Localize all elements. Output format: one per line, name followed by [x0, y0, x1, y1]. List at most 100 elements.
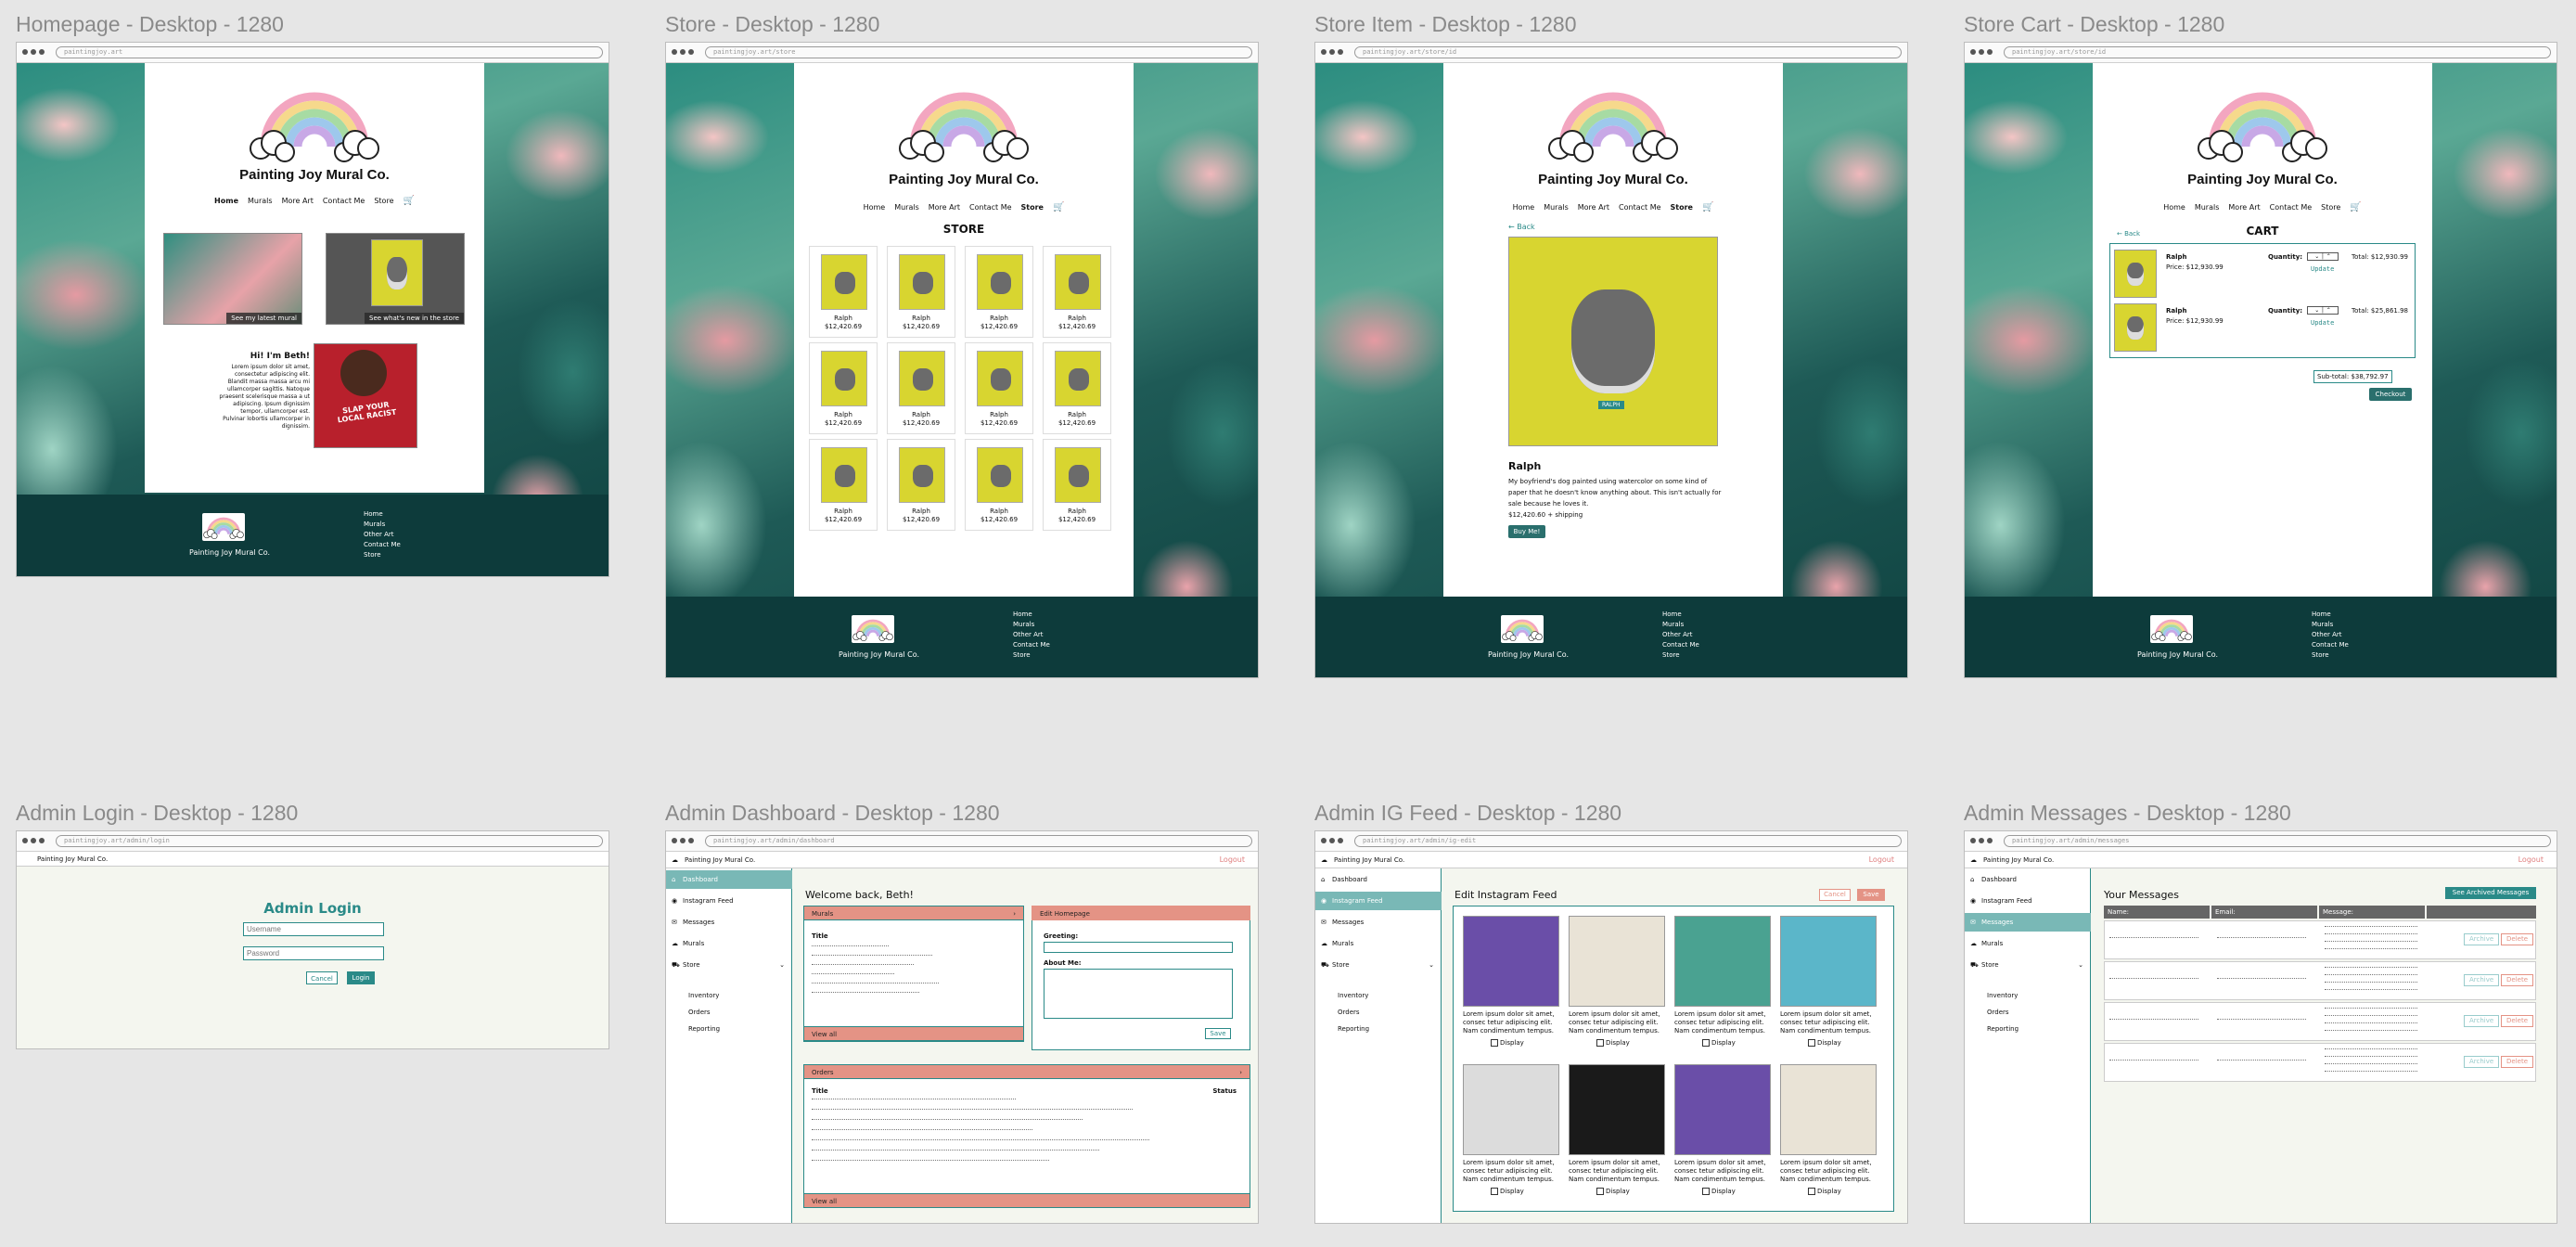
url-bar[interactable]: paintingjoy.art/store/id: [1354, 46, 1902, 58]
nav-home[interactable]: Home: [2163, 203, 2185, 212]
sidebar-item-messages[interactable]: ✉ Messages: [1315, 913, 1442, 932]
display-checkbox[interactable]: [1596, 1039, 1604, 1047]
chevron-down-icon[interactable]: ⌄: [1429, 956, 1434, 974]
logout-link[interactable]: Logout: [2518, 852, 2544, 868]
logout-link[interactable]: Logout: [1220, 852, 1245, 868]
greeting-input[interactable]: [1044, 942, 1233, 953]
store-item-card[interactable]: Ralph $12,420.69: [887, 246, 955, 338]
delete-button[interactable]: Delete: [2501, 1056, 2533, 1068]
footer-link-contact-me[interactable]: Contact Me: [364, 540, 401, 550]
footer-link-home[interactable]: Home: [1013, 610, 1050, 620]
back-link[interactable]: ← Back: [1508, 223, 1535, 231]
sidebar-item-dashboard[interactable]: ⌂ Dashboard: [1315, 870, 1442, 889]
nav-more-art[interactable]: More Art: [1578, 203, 1609, 212]
url-bar[interactable]: paintingjoy.art/store: [705, 46, 1252, 58]
display-toggle[interactable]: Display: [1808, 1188, 1841, 1195]
url-bar[interactable]: paintingjoy.art: [56, 46, 603, 58]
store-item-card[interactable]: Ralph $12,420.69: [809, 439, 878, 531]
nav-store[interactable]: Store: [374, 197, 393, 205]
placeholder-row[interactable]: [812, 983, 939, 985]
placeholder-row[interactable]: [812, 1139, 1149, 1142]
cart-icon[interactable]: 🛒: [1702, 202, 1713, 212]
footer-link-store[interactable]: Store: [1013, 650, 1050, 661]
sidebar-item-murals[interactable]: ☁ Murals: [1315, 934, 1442, 953]
archived-messages-button[interactable]: See Archived Messages: [2445, 887, 2536, 899]
sidebar-sub-reporting[interactable]: Reporting: [688, 1025, 720, 1033]
sidebar-sub-reporting[interactable]: Reporting: [1338, 1025, 1369, 1033]
nav-contact-me[interactable]: Contact Me: [1619, 203, 1661, 212]
footer-link-contact-me[interactable]: Contact Me: [2312, 640, 2349, 650]
nav-contact-me[interactable]: Contact Me: [323, 197, 365, 205]
save-button[interactable]: Save: [1857, 889, 1885, 901]
display-toggle[interactable]: Display: [1702, 1188, 1736, 1195]
footer-link-other-art[interactable]: Other Art: [1662, 630, 1699, 640]
sidebar-item-murals[interactable]: ☁ Murals: [666, 934, 792, 953]
display-checkbox[interactable]: [1702, 1188, 1710, 1195]
display-toggle[interactable]: Display: [1808, 1039, 1841, 1047]
murals-panel-header[interactable]: Murals ›: [803, 906, 1024, 920]
url-bar[interactable]: paintingjoy.art/admin/messages: [2004, 835, 2551, 847]
sidebar-item-instagram-feed[interactable]: ◉ Instagram Feed: [666, 892, 792, 910]
footer-link-store[interactable]: Store: [2312, 650, 2349, 661]
nav-more-art[interactable]: More Art: [929, 203, 960, 212]
sidebar-sub-inventory[interactable]: Inventory: [688, 992, 719, 999]
sidebar-item-store[interactable]: ⛟ Store ⌄: [666, 956, 792, 974]
nav-murals[interactable]: Murals: [248, 197, 273, 205]
store-item-card[interactable]: Ralph $12,420.69: [965, 246, 1033, 338]
nav-store[interactable]: Store: [2321, 203, 2340, 212]
sidebar-item-store[interactable]: ⛟ Store ⌄: [1315, 956, 1442, 974]
display-checkbox[interactable]: [1491, 1188, 1498, 1195]
store-item-card[interactable]: Ralph $12,420.69: [887, 342, 955, 434]
archive-button[interactable]: Archive: [2464, 933, 2500, 945]
display-checkbox[interactable]: [1596, 1188, 1604, 1195]
update-link[interactable]: Update: [2311, 319, 2334, 327]
sidebar-item-dashboard[interactable]: ⌂ Dashboard: [1965, 870, 2091, 889]
store-item-card[interactable]: Ralph $12,420.69: [1043, 246, 1111, 338]
orders-header[interactable]: Orders ›: [803, 1064, 1250, 1079]
save-button[interactable]: Save: [1205, 1028, 1231, 1039]
placeholder-row[interactable]: [812, 973, 895, 976]
sidebar-item-murals[interactable]: ☁ Murals: [1965, 934, 2091, 953]
placeholder-row[interactable]: [812, 1099, 1016, 1101]
nav-home[interactable]: Home: [214, 197, 238, 205]
sidebar-item-instagram-feed[interactable]: ◉ Instagram Feed: [1315, 892, 1442, 910]
store-item-card[interactable]: Ralph $12,420.69: [1043, 342, 1111, 434]
footer-link-other-art[interactable]: Other Art: [1013, 630, 1050, 640]
footer-link-other-art[interactable]: Other Art: [2312, 630, 2349, 640]
username-input[interactable]: [243, 922, 384, 936]
display-checkbox[interactable]: [1808, 1188, 1815, 1195]
placeholder-row[interactable]: [812, 945, 889, 948]
archive-button[interactable]: Archive: [2464, 1056, 2500, 1068]
placeholder-row[interactable]: [812, 1160, 1049, 1163]
display-checkbox[interactable]: [1808, 1039, 1815, 1047]
store-item-card[interactable]: Ralph $12,420.69: [809, 342, 878, 434]
url-bar[interactable]: paintingjoy.art/store/id: [2004, 46, 2551, 58]
display-toggle[interactable]: Display: [1491, 1039, 1524, 1047]
footer-link-contact-me[interactable]: Contact Me: [1662, 640, 1699, 650]
nav-contact-me[interactable]: Contact Me: [969, 203, 1012, 212]
placeholder-row[interactable]: [812, 1129, 1032, 1132]
footer-link-murals[interactable]: Murals: [364, 520, 401, 530]
update-link[interactable]: Update: [2311, 265, 2334, 273]
logout-link[interactable]: Logout: [1869, 852, 1894, 868]
nav-store[interactable]: Store: [1671, 203, 1693, 212]
store-item-card[interactable]: Ralph $12,420.69: [809, 246, 878, 338]
delete-button[interactable]: Delete: [2501, 1015, 2533, 1027]
nav-home[interactable]: Home: [864, 203, 886, 212]
nav-more-art[interactable]: More Art: [2228, 203, 2260, 212]
url-bar[interactable]: paintingjoy.art/admin/ig-edit: [1354, 835, 1902, 847]
sidebar-item-store[interactable]: ⛟ Store ⌄: [1965, 956, 2091, 974]
sidebar-item-dashboard[interactable]: ⌂ Dashboard: [666, 870, 792, 889]
cart-icon[interactable]: 🛒: [404, 196, 415, 206]
store-item-card[interactable]: Ralph $12,420.69: [887, 439, 955, 531]
nav-murals[interactable]: Murals: [2195, 203, 2220, 212]
display-checkbox[interactable]: [1702, 1039, 1710, 1047]
archive-button[interactable]: Archive: [2464, 1015, 2500, 1027]
sidebar-item-messages[interactable]: ✉ Messages: [666, 913, 792, 932]
footer-link-store[interactable]: Store: [1662, 650, 1699, 661]
store-item-card[interactable]: Ralph $12,420.69: [1043, 439, 1111, 531]
quantity-stepper[interactable]: ⌄ │ ⌃: [2307, 252, 2339, 261]
sidebar-item-instagram-feed[interactable]: ◉ Instagram Feed: [1965, 892, 2091, 910]
placeholder-row[interactable]: [812, 955, 932, 958]
nav-contact-me[interactable]: Contact Me: [2270, 203, 2313, 212]
